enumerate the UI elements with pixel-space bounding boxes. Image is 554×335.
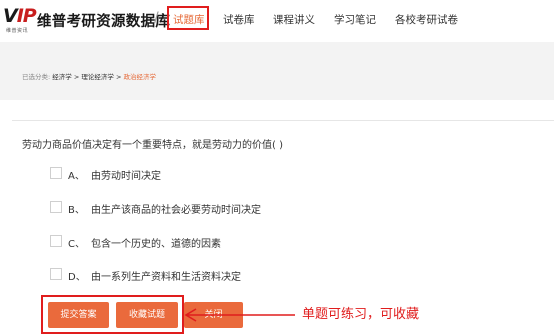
tab-course-notes[interactable]: 课程讲义 — [273, 12, 315, 27]
breadcrumb-current: 政治经济学 — [123, 73, 157, 81]
option-d-text: 由一系列生产资料和生活资料决定 — [91, 272, 241, 283]
option-b-letter: B、 — [68, 205, 85, 216]
option-b-checkbox[interactable] — [50, 201, 62, 213]
callout-annotation: 单题可练习，可收藏 — [302, 307, 420, 322]
highlight-box-buttons — [41, 295, 184, 334]
divider — [12, 120, 554, 121]
option-c-text: 包含一个历史的、道德的因素 — [91, 239, 221, 250]
breadcrumb-prefix: 已选分类: — [22, 73, 51, 81]
option-c-letter: C、 — [68, 239, 85, 250]
tab-paper-bank[interactable]: 试卷库 — [223, 12, 255, 27]
option-b-text: 由生产该商品的社会必要劳动时间决定 — [91, 205, 261, 216]
option-a-checkbox[interactable] — [50, 167, 62, 179]
option-a-text: 由劳动时间决定 — [91, 171, 161, 182]
tab-study-notes[interactable]: 学习笔记 — [334, 12, 376, 27]
option-d-checkbox[interactable] — [50, 268, 62, 280]
tab-school-exams[interactable]: 各校考研试卷 — [395, 12, 458, 27]
top-navigation: VIP 维普资讯 维普考研资源数据库 / 试题库 试卷库 课程讲义 学习笔记 各… — [0, 0, 554, 42]
option-d-letter: D、 — [68, 272, 86, 283]
callout-arrow-icon — [184, 308, 295, 322]
logo-mark: VIP — [3, 5, 37, 27]
nav-separator: / — [154, 10, 159, 26]
breadcrumb-separator: > — [115, 73, 122, 81]
breadcrumb-item-theoretical-economics[interactable]: 理论经济学 — [81, 73, 114, 81]
site-title[interactable]: 维普考研资源数据库 — [37, 10, 170, 31]
tab-question-bank[interactable]: 试题库 — [173, 12, 205, 27]
breadcrumb-item-economics[interactable]: 经济学 — [52, 73, 72, 81]
breadcrumb: 已选分类: 经济学 > 理论经济学 > 政治经济学 — [22, 71, 156, 81]
option-c-checkbox[interactable] — [50, 235, 62, 247]
question-text: 劳动力商品价值决定有一个重要特点，就是劳动力的价值( ) — [22, 140, 283, 151]
option-a-letter: A、 — [68, 171, 85, 182]
logo-subtitle: 维普资讯 — [6, 28, 29, 34]
breadcrumb-separator: > — [73, 73, 80, 81]
